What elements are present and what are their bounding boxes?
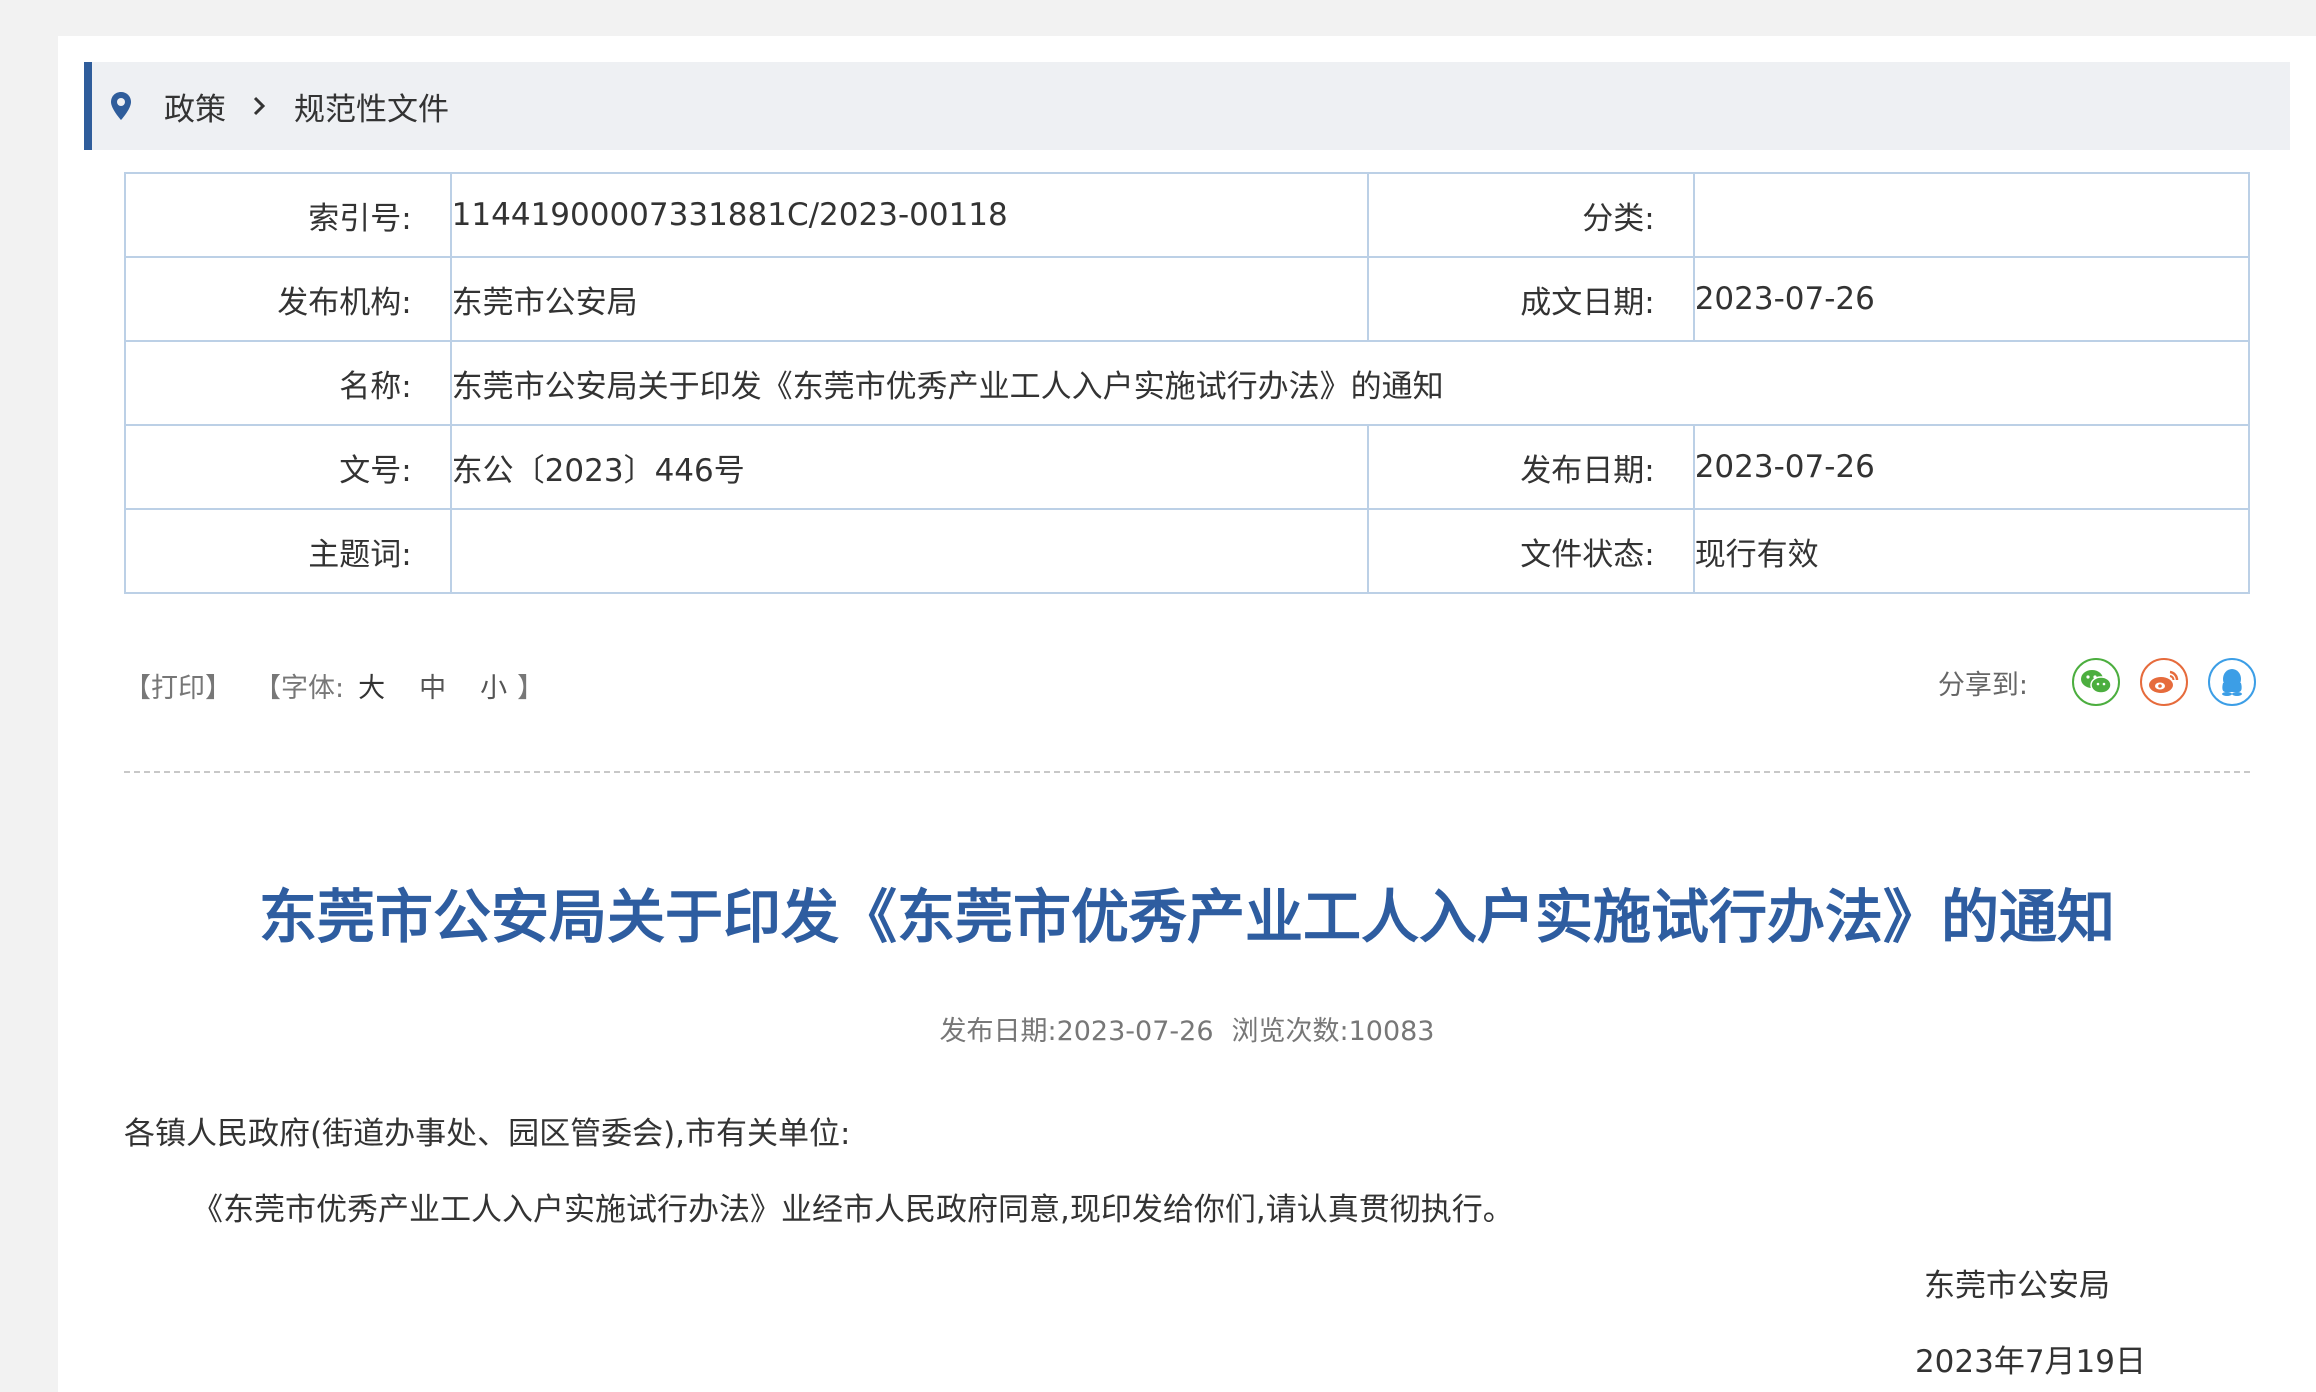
keywords-label: 主题词: — [124, 508, 452, 594]
article-publish-date: 发布日期:2023-07-26 — [939, 1016, 1214, 1047]
breadcrumb: 政策 规范性文件 — [84, 62, 2290, 150]
print-button[interactable]: 【打印】 — [124, 666, 232, 705]
qq-icon[interactable] — [2208, 658, 2256, 706]
breadcrumb-policy[interactable]: 政策 — [164, 84, 226, 129]
weibo-icon[interactable] — [2140, 658, 2188, 706]
font-medium-button[interactable]: 中 — [419, 666, 446, 705]
chevron-right-icon — [252, 94, 272, 118]
divider — [124, 771, 2250, 773]
doc-number-value: 东公〔2023〕446号 — [449, 424, 1369, 510]
document-info-table: 索引号: 11441900007331881C/2023-00118 分类: 发… — [124, 172, 2251, 594]
font-small-button[interactable]: 小 — [480, 666, 507, 705]
keywords-value — [449, 508, 1369, 594]
article-view-count: 浏览次数:10083 — [1231, 1016, 1435, 1047]
status-label: 文件状态: — [1366, 508, 1695, 594]
article-signature: 东莞市公安局 — [1924, 1268, 2110, 1304]
table-row: 文号: 东公〔2023〕446号 发布日期: 2023-07-26 — [124, 424, 2251, 510]
location-pin-icon — [110, 88, 142, 124]
category-label: 分类: — [1366, 172, 1695, 258]
index-value: 11441900007331881C/2023-00118 — [449, 172, 1369, 258]
share-bar: 分享到: — [1938, 658, 2256, 706]
publish-date-value: 2023-07-26 — [1692, 424, 2251, 510]
article-sign-date: 2023年7月19日 — [1914, 1344, 2146, 1380]
written-date-label: 成文日期: — [1366, 256, 1695, 342]
wechat-icon[interactable] — [2072, 658, 2120, 706]
name-label: 名称: — [124, 340, 452, 426]
font-size-label: 【字体: — [254, 673, 345, 704]
font-size-close: 】 — [517, 673, 545, 704]
category-value — [1692, 172, 2251, 258]
share-label: 分享到: — [1937, 669, 2028, 701]
issuer-value: 东莞市公安局 — [449, 256, 1369, 342]
table-row: 名称: 东莞市公安局关于印发《东莞市优秀产业工人入户实施试行办法》的通知 — [124, 340, 2251, 426]
table-row: 发布机构: 东莞市公安局 成文日期: 2023-07-26 — [124, 256, 2251, 342]
article-tools: 【打印】 【字体: 大 中 小 】 — [124, 666, 544, 705]
article-salutation: 各镇人民政府(街道办事处、园区管委会),市有关单位: — [124, 1116, 851, 1152]
name-value: 东莞市公安局关于印发《东莞市优秀产业工人入户实施试行办法》的通知 — [449, 340, 2251, 426]
publish-date-label: 发布日期: — [1366, 424, 1695, 510]
font-large-button[interactable]: 大 — [358, 666, 385, 705]
status-value: 现行有效 — [1692, 508, 2251, 594]
article-paragraph: 《东莞市优秀产业工人入户实施试行办法》业经市人民政府同意,现印发给你们,请认真贯… — [192, 1192, 1514, 1228]
issuer-label: 发布机构: — [124, 256, 452, 342]
breadcrumb-normative-docs[interactable]: 规范性文件 — [294, 84, 449, 129]
article-title: 东莞市公安局关于印发《东莞市优秀产业工人入户实施试行办法》的通知 — [258, 883, 2115, 951]
doc-number-label: 文号: — [124, 424, 452, 510]
article-meta: 发布日期:2023-07-26 浏览次数:10083 — [58, 1009, 2316, 1048]
index-label: 索引号: — [124, 172, 452, 258]
table-row: 主题词: 文件状态: 现行有效 — [124, 508, 2251, 594]
written-date-value: 2023-07-26 — [1692, 256, 2251, 342]
page-content: 政策 规范性文件 索引号: 11441900007331881C/2023-00… — [58, 36, 2316, 1392]
table-row: 索引号: 11441900007331881C/2023-00118 分类: — [124, 172, 2251, 258]
